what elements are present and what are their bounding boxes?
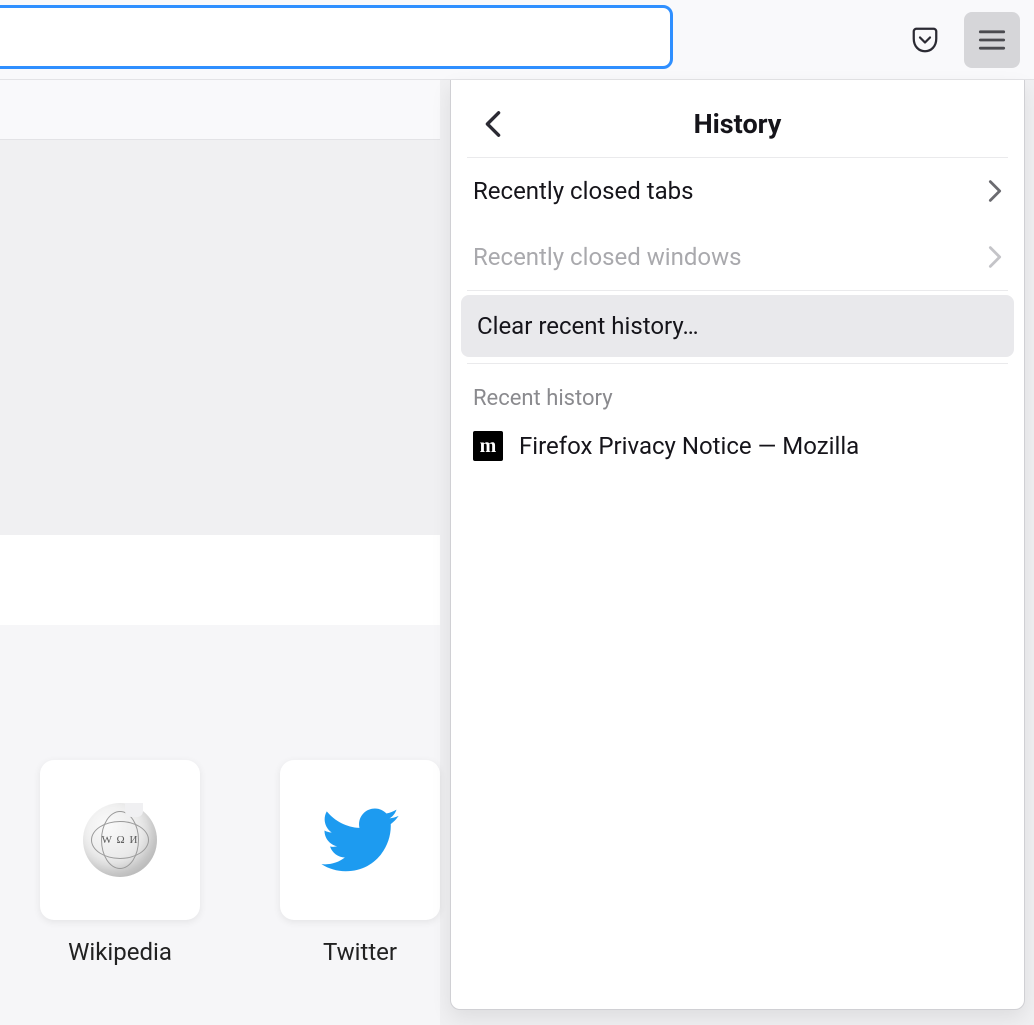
hamburger-icon: [978, 28, 1006, 52]
content-strip-white: [0, 535, 440, 625]
pocket-button[interactable]: [900, 15, 950, 65]
top-site-twitter[interactable]: Twitter: [280, 760, 440, 966]
top-sites: W Ω И Wikipedia Twitter: [40, 760, 440, 966]
site-card: [280, 760, 440, 920]
chevron-right-icon: [988, 179, 1002, 203]
app-menu-button[interactable]: [964, 12, 1020, 68]
recently-closed-windows: Recently closed windows: [451, 224, 1024, 290]
menu-label: Recently closed windows: [473, 243, 742, 271]
history-item-title: Firefox Privacy Notice — Mozilla: [519, 432, 859, 460]
address-bar[interactable]: [0, 5, 673, 69]
top-site-wikipedia[interactable]: W Ω И Wikipedia: [40, 760, 200, 966]
content-strip: [0, 80, 440, 140]
wikipedia-icon: W Ω И: [83, 803, 157, 877]
twitter-icon: [321, 808, 399, 872]
site-label: Twitter: [323, 938, 397, 966]
panel-header: History: [467, 90, 1008, 158]
mozilla-icon: m: [473, 431, 503, 461]
clear-recent-history[interactable]: Clear recent history…: [461, 295, 1014, 357]
pocket-icon: [910, 25, 940, 55]
site-label: Wikipedia: [68, 938, 172, 966]
history-item[interactable]: m Firefox Privacy Notice — Mozilla: [451, 421, 1024, 471]
chevron-left-icon: [483, 110, 503, 138]
recently-closed-tabs[interactable]: Recently closed tabs: [451, 158, 1024, 224]
recent-history-label: Recent history: [451, 364, 1024, 421]
history-panel: History Recently closed tabs Recently cl…: [450, 80, 1025, 1010]
divider: [467, 290, 1008, 291]
chevron-right-icon: [988, 245, 1002, 269]
site-card: W Ω И: [40, 760, 200, 920]
menu-label: Clear recent history…: [477, 312, 699, 340]
panel-title: History: [467, 108, 1008, 140]
panel-back-button[interactable]: [473, 104, 513, 144]
browser-toolbar: [0, 0, 1034, 80]
menu-label: Recently closed tabs: [473, 177, 694, 205]
